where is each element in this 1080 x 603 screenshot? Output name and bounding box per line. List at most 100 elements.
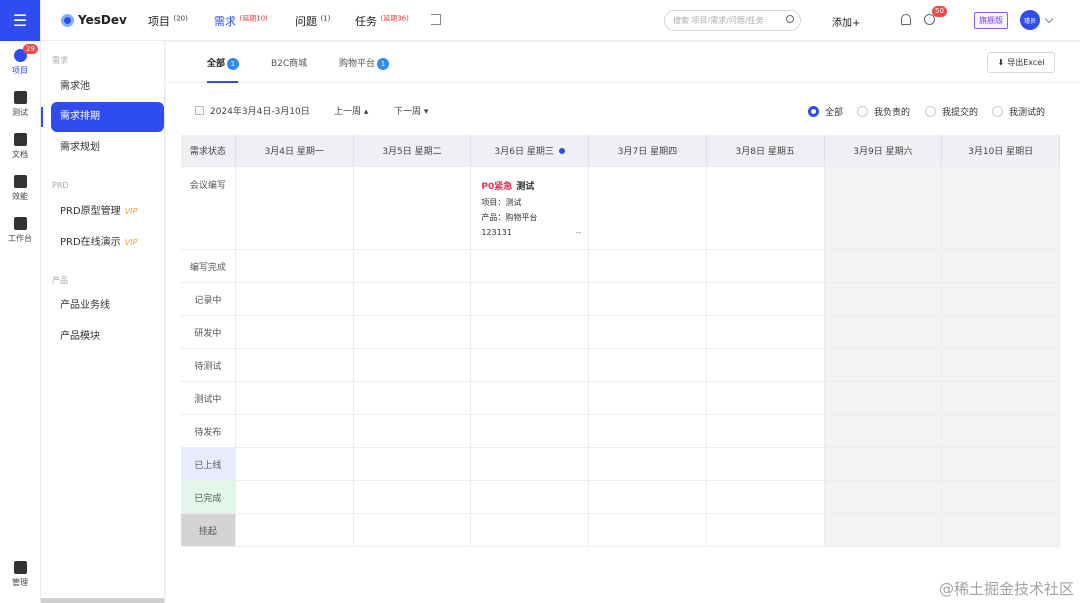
schedule-cell[interactable] [824, 382, 943, 414]
sidebar-item-pool[interactable]: 需求池 [51, 72, 164, 102]
nav-project[interactable]: 项目 (20) [148, 13, 188, 29]
rail-item-doc[interactable]: 文档 [0, 125, 40, 167]
chevron-down-icon[interactable] [1044, 14, 1054, 24]
schedule-cell[interactable] [471, 415, 590, 447]
schedule-cell[interactable] [236, 481, 354, 513]
schedule-cell[interactable] [707, 167, 825, 249]
schedule-cell[interactable] [236, 316, 354, 348]
schedule-cell[interactable] [471, 283, 590, 315]
schedule-cell[interactable] [942, 167, 1061, 249]
schedule-cell[interactable] [236, 448, 354, 480]
filter-submitted[interactable]: 我提交的 [925, 105, 978, 118]
schedule-cell[interactable] [354, 250, 472, 282]
schedule-cell[interactable] [236, 349, 354, 381]
schedule-cell[interactable] [942, 415, 1061, 447]
schedule-cell[interactable] [354, 349, 472, 381]
bell-icon[interactable] [901, 14, 911, 25]
rail-item-workbench[interactable]: 工作台 [0, 209, 40, 251]
schedule-cell[interactable] [942, 514, 1061, 546]
schedule-cell[interactable] [589, 448, 707, 480]
search-input[interactable]: 搜索 项目/需求/问题/任务 [664, 10, 801, 31]
sidebar-item-schedule[interactable]: 需求排期 [51, 102, 164, 132]
schedule-cell[interactable] [471, 514, 590, 546]
add-button[interactable]: 添加+ [832, 14, 860, 29]
schedule-cell[interactable] [707, 382, 825, 414]
tab-b2c[interactable]: B2C商城 [271, 56, 307, 69]
horizontal-scrollbar[interactable] [41, 598, 164, 603]
rail-item-project[interactable]: 项目 29 [0, 41, 40, 83]
schedule-cell[interactable] [707, 349, 825, 381]
schedule-cell[interactable] [589, 382, 707, 414]
schedule-cell[interactable] [236, 283, 354, 315]
next-week-button[interactable]: 下一周 ▾ [394, 104, 428, 117]
schedule-cell[interactable] [471, 316, 590, 348]
schedule-cell[interactable] [471, 448, 590, 480]
schedule-cell[interactable] [942, 382, 1061, 414]
nav-task[interactable]: 任务 (延期36) [355, 13, 409, 29]
sidebar-item-module[interactable]: 产品模块 [51, 322, 164, 352]
schedule-cell[interactable]: P0紧急 测试 项目：测试 产品：购物平台 123131 -- [471, 167, 590, 249]
schedule-cell[interactable] [236, 382, 354, 414]
rail-item-admin[interactable]: 管理 [0, 553, 40, 595]
schedule-cell[interactable] [589, 167, 707, 249]
schedule-cell[interactable] [824, 316, 943, 348]
brand-logo[interactable]: YesDev [61, 13, 127, 27]
filter-mine[interactable]: 我负责的 [857, 105, 910, 118]
schedule-cell[interactable] [942, 448, 1061, 480]
schedule-cell[interactable] [824, 448, 943, 480]
schedule-cell[interactable] [942, 316, 1061, 348]
nav-requirement[interactable]: 需求 (延期10) [214, 13, 268, 29]
schedule-cell[interactable] [354, 415, 472, 447]
schedule-cell[interactable] [707, 250, 825, 282]
sidebar-item-prd-manage[interactable]: PRD原型管理 VIP [51, 197, 164, 227]
schedule-cell[interactable] [707, 448, 825, 480]
menu-toggle-icon[interactable]: ☰ [0, 0, 40, 41]
schedule-cell[interactable] [824, 514, 943, 546]
schedule-cell[interactable] [707, 316, 825, 348]
schedule-cell[interactable] [942, 481, 1061, 513]
exit-icon[interactable] [431, 14, 441, 25]
schedule-cell[interactable] [824, 250, 943, 282]
schedule-cell[interactable] [236, 250, 354, 282]
filter-tested[interactable]: 我测试的 [992, 105, 1045, 118]
rail-item-test[interactable]: 测试 [0, 83, 40, 125]
schedule-cell[interactable] [354, 382, 472, 414]
schedule-cell[interactable] [589, 514, 707, 546]
export-excel-button[interactable]: ⬇ 导出Excel [987, 52, 1055, 73]
schedule-cell[interactable] [824, 415, 943, 447]
schedule-cell[interactable] [354, 514, 472, 546]
schedule-cell[interactable] [354, 316, 472, 348]
schedule-cell[interactable] [354, 481, 472, 513]
schedule-cell[interactable] [589, 283, 707, 315]
prev-week-button[interactable]: 上一周 ▴ [334, 104, 368, 117]
schedule-cell[interactable] [707, 514, 825, 546]
sidebar-item-prd-demo[interactable]: PRD在线演示 VIP [51, 228, 164, 258]
requirement-card[interactable]: P0紧急 测试 项目：测试 产品：购物平台 123131 -- [481, 179, 581, 240]
schedule-cell[interactable] [589, 316, 707, 348]
sidebar-item-business-line[interactable]: 产品业务线 [51, 291, 164, 321]
schedule-cell[interactable] [354, 167, 472, 249]
schedule-cell[interactable] [824, 481, 943, 513]
schedule-cell[interactable] [354, 448, 472, 480]
schedule-cell[interactable] [589, 349, 707, 381]
tab-all[interactable]: 全部 1 [207, 56, 240, 70]
edition-badge[interactable]: 旗舰版 [974, 12, 1008, 29]
schedule-cell[interactable] [942, 349, 1061, 381]
schedule-cell[interactable] [354, 283, 472, 315]
nav-issue[interactable]: 问题 (1) [295, 13, 330, 29]
schedule-cell[interactable] [707, 415, 825, 447]
sidebar-item-planning[interactable]: 需求规划 [51, 133, 164, 163]
schedule-cell[interactable] [589, 250, 707, 282]
schedule-cell[interactable] [589, 415, 707, 447]
schedule-cell[interactable] [589, 481, 707, 513]
schedule-cell[interactable] [471, 250, 590, 282]
filter-all[interactable]: 全部 [808, 105, 843, 118]
schedule-cell[interactable] [824, 349, 943, 381]
schedule-cell[interactable] [824, 283, 943, 315]
tab-shopping[interactable]: 购物平台 1 [339, 56, 390, 70]
schedule-cell[interactable] [236, 167, 354, 249]
rail-item-efficiency[interactable]: 效能 [0, 167, 40, 209]
avatar[interactable]: 瑾员 [1020, 10, 1040, 30]
schedule-cell[interactable] [236, 514, 354, 546]
schedule-cell[interactable] [824, 167, 943, 249]
